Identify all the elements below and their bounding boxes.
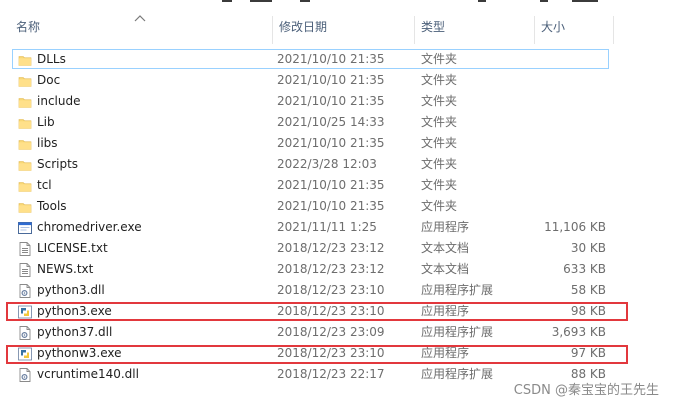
file-modified-date: 2018/12/23 23:10: [277, 283, 385, 297]
column-header-modified[interactable]: 修改日期: [273, 10, 414, 44]
file-name: LICENSE.txt: [37, 241, 108, 255]
folder-icon: [17, 115, 33, 131]
dll-icon: [17, 367, 33, 383]
file-type: 文本文档: [421, 241, 470, 255]
file-row[interactable]: python3.dll 2018/12/23 23:10 应用程序扩展 58 KB: [0, 280, 673, 301]
file-row[interactable]: NEWS.txt 2018/12/23 23:12 文本文档 633 KB: [0, 259, 673, 280]
file-modified-date: 2021/11/11 1:25: [277, 220, 377, 234]
folder-icon: [17, 73, 33, 89]
file-size: [540, 70, 606, 91]
file-name: python3.dll: [37, 283, 105, 297]
dll-icon: [17, 325, 33, 341]
file-size: [540, 175, 606, 196]
text-document-icon: [17, 262, 33, 278]
file-name: chromedriver.exe: [37, 220, 142, 234]
file-name: include: [37, 94, 81, 108]
file-explorer-details-view: 名称 修改日期 类型 大小 DLLs 2021/10/10 21:35 文件夹 Doc…: [0, 0, 673, 408]
file-name: Doc: [37, 73, 61, 87]
file-row[interactable]: libs 2021/10/10 21:35 文件夹: [0, 133, 673, 154]
file-row[interactable]: DLLs 2021/10/10 21:35 文件夹: [0, 49, 673, 70]
file-name: Scripts: [37, 157, 79, 171]
folder-icon: [17, 136, 33, 152]
file-type: 应用程序: [421, 220, 470, 234]
file-type: 文件夹: [421, 157, 458, 171]
file-size: [540, 154, 606, 175]
file-size: [540, 196, 606, 217]
watermark: CSDN @秦宝宝的王先生: [513, 383, 659, 398]
file-modified-date: 2018/12/23 23:12: [277, 262, 385, 276]
top-strip: [0, 0, 673, 6]
column-header-name[interactable]: 名称: [10, 10, 272, 44]
file-modified-date: 2021/10/10 21:35: [277, 94, 385, 108]
highlight-python3-exe: [6, 302, 628, 321]
file-size: [540, 91, 606, 112]
file-name: python37.dll: [37, 325, 113, 339]
file-row[interactable]: include 2021/10/10 21:35 文件夹: [0, 91, 673, 112]
file-size: 3,693 KB: [551, 325, 606, 339]
file-type: 文件夹: [421, 73, 458, 87]
file-modified-date: 2021/10/10 21:35: [277, 73, 385, 87]
column-header-type[interactable]: 类型: [415, 10, 534, 44]
file-size: [540, 49, 606, 70]
cropped-artifact: [540, 0, 548, 2]
column-divider[interactable]: [613, 16, 614, 44]
file-name: vcruntime140.dll: [37, 367, 139, 381]
cropped-artifact: [300, 0, 310, 2]
folder-icon: [17, 157, 33, 173]
file-type: 文件夹: [421, 52, 458, 66]
file-type: 文件夹: [421, 199, 458, 213]
cropped-artifact: [572, 0, 598, 2]
file-size: [540, 133, 606, 154]
file-type: 文本文档: [421, 262, 470, 276]
file-row[interactable]: Tools 2021/10/10 21:35 文件夹: [0, 196, 673, 217]
file-modified-date: 2021/10/10 21:35: [277, 178, 385, 192]
file-type: 应用程序扩展: [421, 283, 494, 297]
file-type: 应用程序扩展: [421, 325, 494, 339]
folder-icon: [17, 178, 33, 194]
application-icon: [17, 220, 33, 236]
file-type: 应用程序扩展: [421, 367, 494, 381]
folder-icon: [17, 199, 33, 215]
file-size: 58 KB: [570, 283, 606, 297]
cropped-artifact: [478, 0, 486, 2]
file-name: Lib: [37, 115, 55, 129]
file-size: [540, 112, 606, 133]
file-modified-date: 2018/12/23 23:09: [277, 325, 385, 339]
dll-icon: [17, 283, 33, 299]
file-row[interactable]: Doc 2021/10/10 21:35 文件夹: [0, 70, 673, 91]
file-name: tcl: [37, 178, 52, 192]
file-row[interactable]: python37.dll 2018/12/23 23:09 应用程序扩展 3,693 …: [0, 322, 673, 343]
file-modified-date: 2022/3/28 12:03: [277, 157, 377, 171]
file-type: 文件夹: [421, 94, 458, 108]
file-row[interactable]: chromedriver.exe 2021/11/11 1:25 应用程序 11,10…: [0, 217, 673, 238]
file-name: Tools: [37, 199, 67, 213]
file-modified-date: 2021/10/10 21:35: [277, 52, 385, 66]
folder-icon: [17, 52, 33, 68]
file-name: NEWS.txt: [37, 262, 94, 276]
file-size: 633 KB: [563, 262, 606, 276]
file-row[interactable]: Scripts 2022/3/28 12:03 文件夹: [0, 154, 673, 175]
highlight-pythonw3-exe: [6, 345, 628, 364]
folder-icon: [17, 94, 33, 110]
file-type: 文件夹: [421, 178, 458, 192]
file-row[interactable]: tcl 2021/10/10 21:35 文件夹: [0, 175, 673, 196]
file-type: 文件夹: [421, 136, 458, 150]
cropped-artifact: [250, 0, 272, 2]
column-header-bar: 名称 修改日期 类型 大小: [0, 10, 673, 44]
file-modified-date: 2021/10/10 21:35: [277, 136, 385, 150]
file-modified-date: 2018/12/23 23:12: [277, 241, 385, 255]
file-row[interactable]: Lib 2021/10/25 14:33 文件夹: [0, 112, 673, 133]
file-modified-date: 2021/10/10 21:35: [277, 199, 385, 213]
file-type: 文件夹: [421, 115, 458, 129]
file-name: libs: [37, 136, 58, 150]
file-row[interactable]: LICENSE.txt 2018/12/23 23:12 文本文档 30 KB: [0, 238, 673, 259]
text-document-icon: [17, 241, 33, 257]
file-size: 11,106 KB: [544, 220, 606, 234]
file-size: 30 KB: [570, 241, 606, 255]
column-header-size[interactable]: 大小: [535, 10, 613, 44]
cropped-artifact: [222, 0, 232, 2]
file-modified-date: 2018/12/23 22:17: [277, 367, 385, 381]
file-name: DLLs: [37, 52, 66, 66]
file-modified-date: 2021/10/25 14:33: [277, 115, 385, 129]
